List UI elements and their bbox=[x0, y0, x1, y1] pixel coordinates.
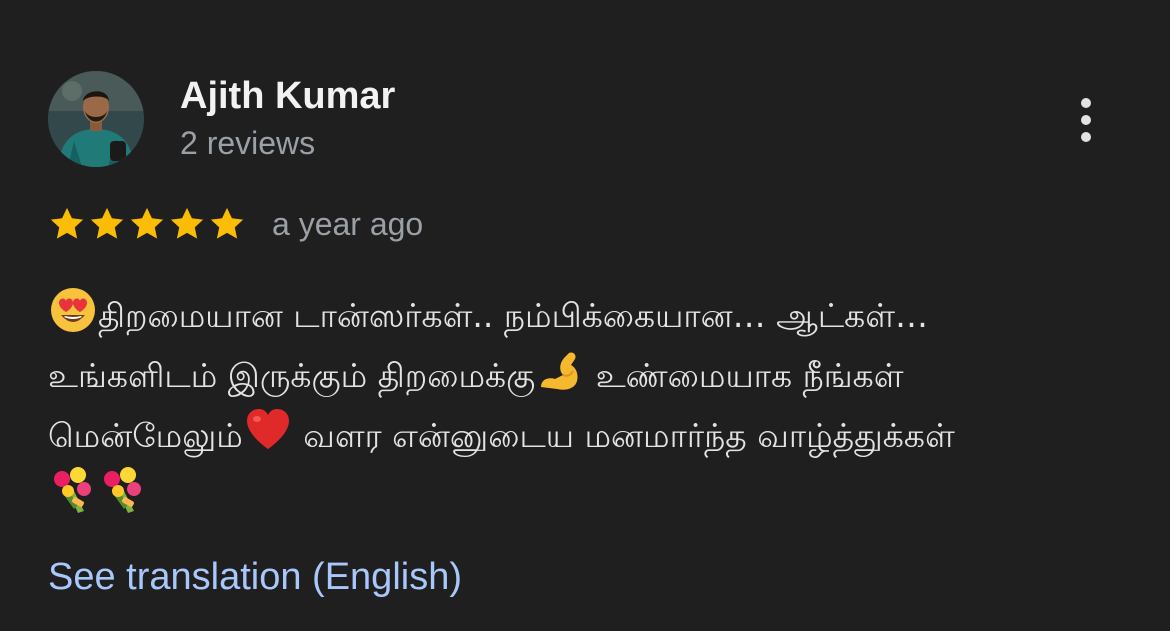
more-dot-icon bbox=[1081, 98, 1091, 108]
rating-row: a year ago bbox=[48, 200, 423, 248]
review-text-segment: உங்களிடம் இருக்கும் திறமைக்கு bbox=[48, 356, 536, 395]
author-name[interactable]: Ajith Kumar bbox=[180, 72, 395, 120]
review-text-segment: திறமையான டான்ஸர்கள்.. நம்பிக்கையான… ஆட்க… bbox=[98, 296, 929, 335]
review-text: திறமையான டான்ஸர்கள்.. நம்பிக்கையான… ஆட்க… bbox=[48, 285, 1128, 525]
see-translation-link[interactable]: See translation (English) bbox=[48, 553, 462, 601]
star-icon bbox=[130, 207, 164, 239]
review-date: a year ago bbox=[272, 205, 424, 242]
profile-photo-icon bbox=[48, 71, 144, 167]
more-options-button[interactable] bbox=[1058, 88, 1114, 152]
red-heart-emoji-icon bbox=[243, 405, 293, 455]
review-card: Ajith Kumar 2 reviews a year ago திறமையா… bbox=[0, 0, 1170, 631]
author-avatar[interactable] bbox=[48, 71, 144, 167]
review-text-segment: வளர என்னுடைய மனமார்ந்த வாழ்த்துக்கள் bbox=[303, 416, 955, 455]
star-icon bbox=[90, 207, 124, 239]
flexed-biceps-emoji-icon bbox=[535, 345, 585, 395]
author-review-count: 2 reviews bbox=[180, 125, 316, 161]
review-text-segment: உண்மையாக நீங்கள் bbox=[595, 356, 904, 395]
star-icon bbox=[170, 207, 204, 239]
bouquet-emoji-icon bbox=[48, 465, 98, 515]
star-icon bbox=[210, 207, 244, 239]
more-dot-icon bbox=[1081, 115, 1091, 125]
star-rating bbox=[48, 205, 246, 243]
star-icon bbox=[50, 207, 84, 239]
review-line-2: உங்களிடம் இருக்கும் திறமைக்கு உண்மையாக ந… bbox=[48, 345, 1128, 405]
review-text-segment: மென்மேலும் bbox=[48, 416, 243, 455]
more-dot-icon bbox=[1081, 132, 1091, 142]
bouquet-emoji-icon bbox=[98, 465, 148, 515]
review-line-1: திறமையான டான்ஸர்கள்.. நம்பிக்கையான… ஆட்க… bbox=[48, 285, 1128, 345]
review-line-3: மென்மேலும் வளர என்னுடைய மனமார்ந்த வாழ்த்… bbox=[48, 405, 1128, 465]
heart-eyes-emoji-icon bbox=[48, 285, 98, 335]
review-line-4 bbox=[48, 465, 1128, 525]
